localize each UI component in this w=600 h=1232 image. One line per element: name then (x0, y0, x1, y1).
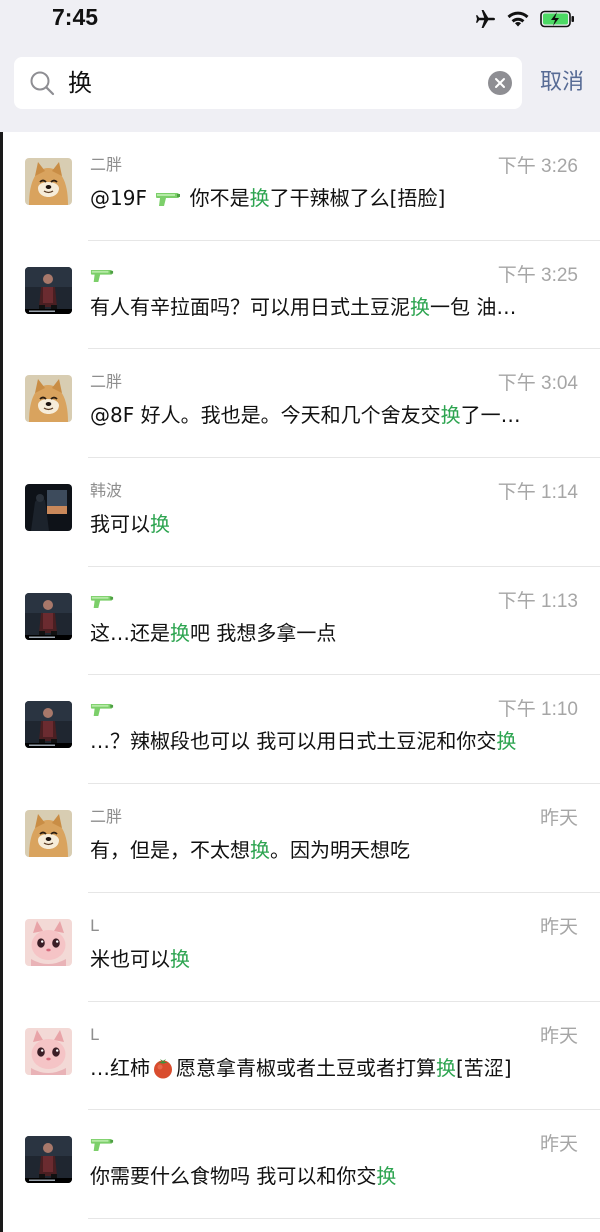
status-time: 7:45 (52, 4, 99, 30)
pink-creature-avatar (25, 1027, 72, 1075)
airplane-icon (476, 10, 495, 28)
message-preview: 米也可以换 (90, 944, 574, 974)
message-time: 昨天 (539, 916, 578, 938)
dark-figure-avatar (25, 1136, 72, 1184)
message-time: 下午 1:10 (497, 699, 578, 721)
message-time: 昨天 (539, 1134, 578, 1156)
status-bar: 7:45 (0, 0, 600, 44)
keyword-highlight: 换 (150, 512, 170, 537)
keyword-highlight: 换 (250, 838, 270, 863)
message-preview: 这…还是换吧 我想多拿一点 (90, 618, 574, 648)
sender-name: 二胖 (90, 807, 123, 827)
message-text: …红柿 (90, 1055, 150, 1080)
search-input[interactable]: 换 (14, 57, 522, 109)
message-time: 昨天 (539, 1025, 578, 1047)
message-text: 了干辣椒了么[捂脸] (269, 186, 446, 210)
search-result-row[interactable]: 韩波 下午 1:14 我可以换 (0, 458, 600, 567)
sender-name: L (90, 1024, 99, 1044)
message-text: 你不是 (183, 186, 250, 210)
message-preview: 有，但是，不太想换。因为明天想吃 (90, 835, 574, 865)
search-result-row[interactable]: L 昨天米也可以换 (0, 893, 600, 1002)
message-text: 这…还是 (90, 620, 170, 645)
search-result-row[interactable]: 下午 1:13 这…还是换吧 我想多拿一点 (0, 567, 600, 676)
keyword-highlight: 换 (170, 620, 190, 645)
keyword-highlight: 换 (440, 403, 461, 428)
tomato-emoji-icon (152, 1057, 174, 1079)
sender-name: L (90, 915, 99, 935)
cancel-button[interactable]: 取消 (540, 68, 584, 98)
water-gun-icon (90, 1136, 114, 1153)
row-divider (88, 1217, 600, 1219)
search-result-row[interactable]: 下午 1:10 …？辣椒段也可以 我可以用日式土豆泥和你交换 (0, 675, 600, 785)
message-text: 吧 我想多拿一点 (190, 620, 337, 645)
keyword-highlight: 换 (170, 946, 190, 971)
search-results-list: 二胖 下午 3:26 @19F 你不是换了干辣椒了么[捂脸] 下午 3:25 有人有辛… (0, 132, 600, 1219)
wifi-icon (507, 11, 529, 27)
night-photo-avatar (25, 484, 72, 532)
dark-figure-avatar (25, 266, 72, 314)
water-gun-icon (90, 701, 114, 718)
search-result-row[interactable]: 二胖 下午 3:04 @8F 好人。我也是。今天和几个舍友交换了一… (0, 349, 600, 459)
sender-name: 二胖 (90, 372, 123, 392)
message-text: 米也可以 (90, 946, 170, 971)
dark-figure-avatar (25, 701, 72, 749)
message-text: 有人有辛拉面吗？可以用日式土豆泥 (90, 294, 410, 319)
search-result-row[interactable]: 昨天你需要什么食物吗 我可以和你交换 (0, 1110, 600, 1219)
message-text: 我可以 (90, 512, 150, 537)
message-text: 一包 油… (430, 294, 517, 319)
clear-search-icon[interactable] (488, 71, 512, 95)
shiba-avatar (25, 375, 72, 423)
search-area: 换 取消 (0, 44, 600, 132)
status-icons (474, 8, 576, 30)
search-icon (30, 71, 55, 96)
message-time: 下午 1:13 (497, 590, 578, 612)
shiba-avatar (25, 810, 72, 858)
search-result-row[interactable]: 下午 3:25 有人有辛拉面吗？可以用日式土豆泥换一包 油… (0, 241, 600, 350)
message-text: 。因为明天想吃 (270, 838, 410, 863)
message-text: 有，但是，不太想 (90, 838, 250, 863)
keyword-highlight: 换 (249, 186, 270, 210)
message-text: [苦涩] (456, 1055, 512, 1080)
keyword-highlight: 换 (496, 729, 517, 754)
message-text: 你需要什么食物吗 我可以和你交 (90, 1164, 377, 1189)
search-result-row[interactable]: L 昨天 …红柿 愿意拿青椒或者土豆或者打算换[苦涩] (0, 1002, 600, 1111)
message-preview: @8F 好人。我也是。今天和几个舍友交换了一… (90, 400, 574, 430)
message-text: @19F (90, 186, 154, 210)
water-gun-icon (90, 267, 114, 284)
message-text: @8F 好人。我也是。今天和几个舍友交 (90, 403, 441, 428)
pink-creature-avatar (25, 918, 72, 966)
message-time: 昨天 (539, 808, 578, 830)
message-preview: …？辣椒段也可以 我可以用日式土豆泥和你交换 (90, 726, 574, 756)
message-time: 下午 3:26 (497, 156, 578, 177)
keyword-highlight: 换 (376, 1164, 397, 1189)
dark-figure-avatar (25, 592, 72, 640)
search-query: 换 (68, 69, 92, 97)
message-text: 愿意拿青椒或者土豆或者打算 (176, 1055, 436, 1080)
search-result-row[interactable]: 二胖 下午 3:26 @19F 你不是换了干辣椒了么[捂脸] (0, 132, 600, 241)
water-gun-icon (155, 186, 181, 206)
water-gun-icon (90, 593, 114, 610)
sender-name: 韩波 (90, 481, 123, 501)
keyword-highlight: 换 (410, 294, 430, 319)
message-preview: 我可以换 (90, 509, 574, 539)
message-preview: 有人有辛拉面吗？可以用日式土豆泥换一包 油… (90, 292, 574, 322)
shiba-avatar (25, 158, 72, 205)
battery-charging-icon (540, 10, 574, 28)
message-preview: 你需要什么食物吗 我可以和你交换 (90, 1161, 574, 1191)
message-text: 了一… (460, 403, 521, 428)
message-text: …？辣椒段也可以 我可以用日式土豆泥和你交 (90, 729, 497, 754)
search-result-row[interactable]: 二胖 昨天有，但是，不太想换。因为明天想吃 (0, 784, 600, 893)
message-time: 下午 1:14 (497, 482, 578, 504)
message-preview: …红柿 愿意拿青椒或者土豆或者打算换[苦涩] (90, 1053, 574, 1083)
message-preview: @19F 你不是换了干辣椒了么[捂脸] (90, 183, 574, 213)
message-time: 下午 3:25 (497, 264, 578, 286)
keyword-highlight: 换 (436, 1055, 456, 1080)
sender-name: 二胖 (90, 155, 123, 174)
message-time: 下午 3:04 (497, 373, 578, 395)
